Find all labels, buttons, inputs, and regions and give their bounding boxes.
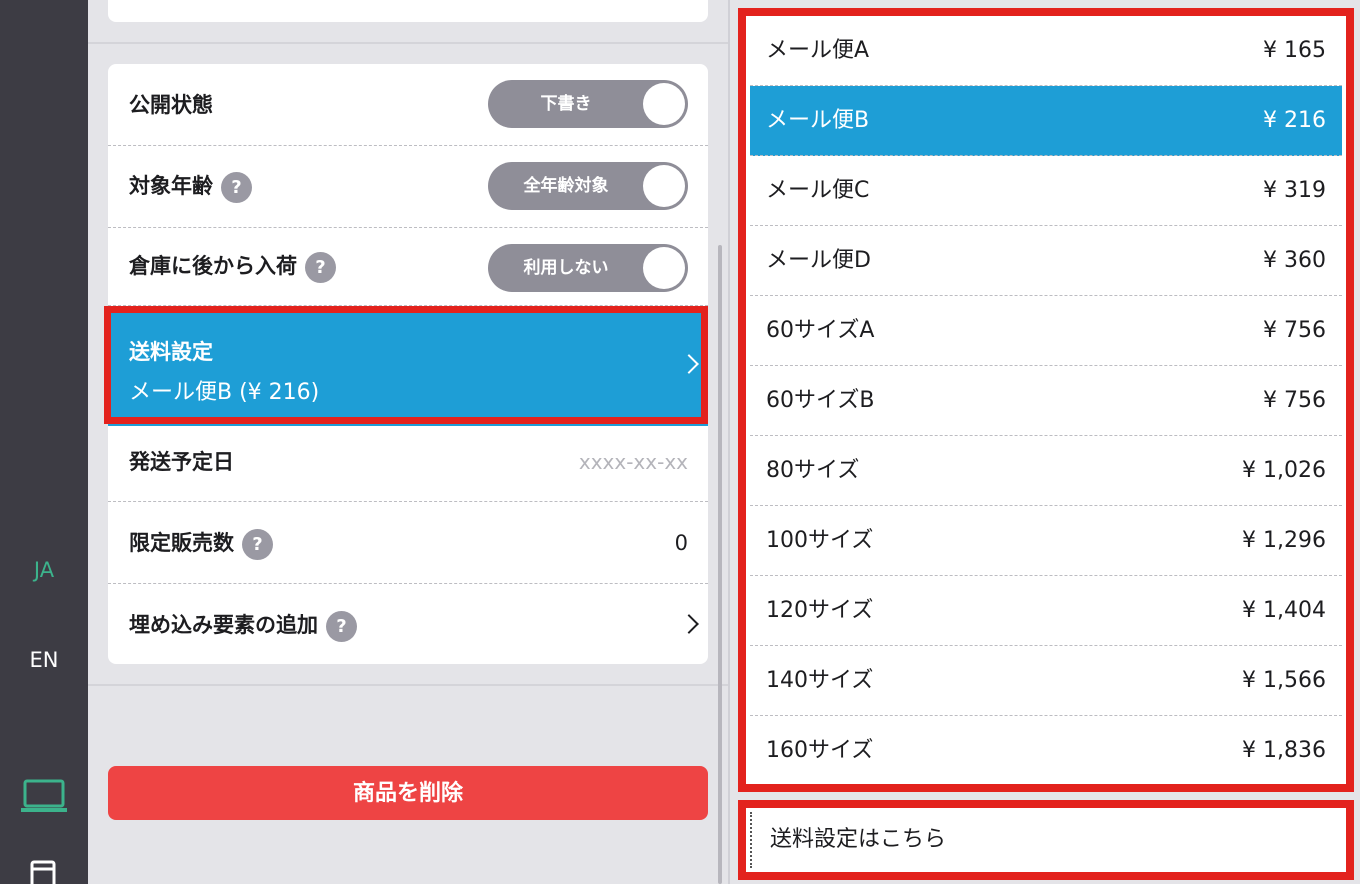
rate-price: ¥ 1,296 [1242,528,1326,553]
focus-indicator [750,812,752,868]
rate-name: 120サイズ [766,598,874,623]
shipping-highlight-frame [104,306,708,424]
limited-quantity-value[interactable]: 0 [675,531,688,555]
rate-price: ¥ 216 [1263,108,1326,133]
rate-price: ¥ 756 [1263,388,1326,413]
rate-name: 60サイズA [766,318,875,343]
warehouse-restock-row: 倉庫に後から入荷? 利用しない [108,228,708,306]
rate-name: 80サイズ [766,458,860,483]
help-icon[interactable]: ? [326,610,357,642]
target-age-toggle-text: 全年齢対象 [523,176,609,196]
rate-price: ¥ 360 [1263,248,1326,273]
previous-card [108,0,708,22]
scrollbar[interactable] [718,245,722,884]
rate-row[interactable]: メール便C ¥ 319 [750,156,1342,226]
ship-date-row[interactable]: 発送予定日 xxxx-xx-xx [108,422,708,502]
ship-date-placeholder[interactable]: xxxx-xx-xx [579,450,688,474]
rate-row[interactable]: 100サイズ ¥ 1,296 [750,506,1342,576]
rate-name: 100サイズ [766,528,874,553]
rate-price: ¥ 1,026 [1242,458,1326,483]
warehouse-restock-label-wrap: 倉庫に後から入荷? [129,250,336,283]
warehouse-restock-toggle[interactable]: 利用しない [488,244,688,292]
publish-status-toggle-text: 下書き [540,94,592,114]
limited-quantity-label-wrap: 限定販売数? [129,527,273,560]
publish-status-toggle[interactable]: 下書き [488,80,688,128]
toggle-knob [643,247,685,289]
rate-row-selected[interactable]: メール便B ¥ 216 [750,86,1342,156]
rate-name: メール便A [766,38,870,63]
rate-price: ¥ 165 [1263,38,1326,63]
rate-name: 160サイズ [766,738,874,763]
rate-name: メール便B [766,108,870,133]
toggle-knob [643,165,685,207]
shipping-rate-list: メール便A ¥ 165 メール便B ¥ 216 メール便C ¥ 319 メール便… [738,8,1354,792]
rate-row[interactable]: 80サイズ ¥ 1,026 [750,436,1342,506]
shipping-rate-panel: メール便A ¥ 165 メール便B ¥ 216 メール便C ¥ 319 メール便… [730,0,1360,884]
rate-price: ¥ 1,566 [1242,668,1326,693]
section-divider [88,42,728,44]
rate-row[interactable]: 160サイズ ¥ 1,836 [750,716,1342,786]
help-icon[interactable]: ? [221,171,252,203]
publish-status-label: 公開状態 [129,93,213,117]
rate-row[interactable]: メール便D ¥ 360 [750,226,1342,296]
rate-price: ¥ 319 [1263,178,1326,203]
rate-name: メール便D [766,248,871,273]
rate-price: ¥ 756 [1263,318,1326,343]
target-age-row: 対象年齢? 全年齢対象 [108,146,708,228]
limited-quantity-row[interactable]: 限定販売数? 0 [108,502,708,584]
toggle-knob [643,83,685,125]
rate-row[interactable]: 140サイズ ¥ 1,566 [750,646,1342,716]
target-age-toggle[interactable]: 全年齢対象 [488,162,688,210]
rate-row[interactable]: 60サイズA ¥ 756 [750,296,1342,366]
laptop-icon[interactable] [20,778,68,814]
rate-name: メール便C [766,178,870,203]
rate-row[interactable]: 60サイズB ¥ 756 [750,366,1342,436]
sidebar-rail: JA EN [0,0,88,884]
embed-elements-label: 埋め込み要素の追加 [129,613,318,637]
shipping-settings-link[interactable]: 送料設定はこちら [738,800,1354,880]
help-icon[interactable]: ? [242,528,273,560]
delete-product-button[interactable]: 商品を削除 [108,766,708,820]
product-settings-panel: 公開状態 下書き 対象年齢? 全年齢対象 倉庫に後から入荷? 利用しない 送料設… [88,0,728,884]
window-icon[interactable] [30,860,56,884]
lang-ja-option[interactable]: JA [0,558,88,582]
rate-price: ¥ 1,404 [1242,598,1326,623]
rate-name: 140サイズ [766,668,874,693]
rate-row[interactable]: 120サイズ ¥ 1,404 [750,576,1342,646]
lang-en-option[interactable]: EN [0,648,88,672]
rate-name: 60サイズB [766,388,875,413]
embed-elements-label-wrap: 埋め込み要素の追加? [129,609,357,642]
warehouse-restock-toggle-text: 利用しない [523,258,609,278]
warehouse-restock-label: 倉庫に後から入荷 [129,254,297,278]
help-icon[interactable]: ? [305,251,336,283]
ship-date-label: 発送予定日 [129,450,234,474]
limited-quantity-label: 限定販売数 [129,531,234,555]
shipping-settings-link-text[interactable]: 送料設定はこちら [770,808,946,872]
publish-status-row: 公開状態 下書き [108,64,708,146]
chevron-right-icon [679,614,699,634]
rate-row[interactable]: メール便A ¥ 165 [750,16,1342,86]
rate-price: ¥ 1,836 [1242,738,1326,763]
embed-elements-row[interactable]: 埋め込み要素の追加? [108,584,708,664]
target-age-label-wrap: 対象年齢? [129,170,252,203]
target-age-label: 対象年齢 [129,174,213,198]
section-divider [88,684,728,686]
